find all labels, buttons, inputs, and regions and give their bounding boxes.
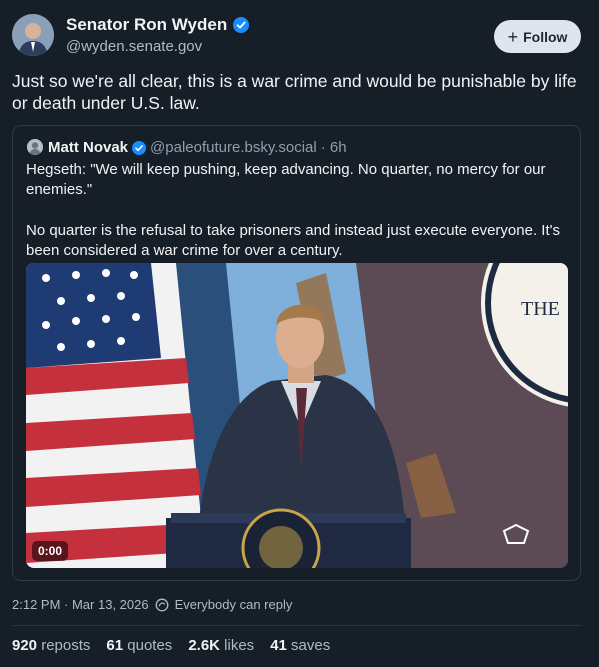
author-name-row[interactable]: Senator Ron Wyden bbox=[66, 15, 250, 35]
divider bbox=[12, 625, 581, 626]
quote-author-name[interactable]: Matt Novak bbox=[48, 139, 128, 156]
quotes-label: quotes bbox=[127, 637, 173, 654]
plus-icon: + bbox=[507, 26, 519, 47]
video-timestamp: 0:00 bbox=[32, 541, 69, 561]
follow-button[interactable]: + Follow bbox=[494, 20, 581, 53]
post-text: Just so we're all clear, this is a war c… bbox=[12, 71, 577, 113]
quote-header: Matt Novak @paleofuture.bsky.social · 6h bbox=[48, 139, 347, 156]
quote-author-handle[interactable]: @paleofuture.bsky.social bbox=[150, 139, 317, 156]
likes-count: 2.6K bbox=[188, 637, 220, 654]
saves-count: 41 bbox=[270, 637, 287, 654]
quote-text-1: Hegseth: "We will keep pushing, keep adv… bbox=[26, 161, 546, 198]
saves-stat[interactable]: 41 saves bbox=[270, 637, 330, 654]
post-stats: 920 reposts 61 quotes 2.6K likes 41 save… bbox=[12, 637, 330, 654]
video-sign-text: THE bbox=[521, 298, 560, 320]
likes-stat[interactable]: 2.6K likes bbox=[188, 637, 254, 654]
globe-icon bbox=[155, 598, 169, 612]
reposts-stat[interactable]: 920 reposts bbox=[12, 637, 90, 654]
video-player[interactable]: THE 0:00 bbox=[26, 263, 568, 568]
post: Senator Ron Wyden @wyden.senate.gov + Fo… bbox=[0, 0, 599, 667]
reposts-count: 920 bbox=[12, 637, 38, 654]
quotes-count: 61 bbox=[106, 637, 124, 654]
likes-label: likes bbox=[224, 637, 255, 654]
quote-verified-badge-icon bbox=[132, 140, 147, 155]
follow-label: Follow bbox=[523, 28, 568, 45]
saves-label: saves bbox=[291, 637, 331, 654]
verified-badge-icon bbox=[233, 17, 250, 33]
reply-setting[interactable]: Everybody can reply bbox=[175, 597, 293, 612]
reposts-label: reposts bbox=[41, 637, 91, 654]
quote-author-avatar[interactable] bbox=[27, 139, 43, 155]
author-name[interactable]: Senator Ron Wyden bbox=[66, 15, 227, 35]
quotes-stat[interactable]: 61 quotes bbox=[106, 637, 172, 654]
post-timestamp[interactable]: 2:12 PM · Mar 13, 2026 bbox=[12, 597, 149, 612]
quote-text-2: No quarter is the refusal to take prison… bbox=[26, 222, 560, 259]
author-handle[interactable]: @wyden.senate.gov bbox=[66, 38, 202, 55]
video-thumbnail: THE bbox=[26, 263, 568, 568]
author-avatar[interactable] bbox=[12, 14, 54, 56]
quote-time: · 6h bbox=[320, 139, 347, 156]
post-meta: 2:12 PM · Mar 13, 2026 Everybody can rep… bbox=[12, 597, 292, 612]
quoted-post[interactable]: Matt Novak @paleofuture.bsky.social · 6h… bbox=[12, 125, 581, 581]
